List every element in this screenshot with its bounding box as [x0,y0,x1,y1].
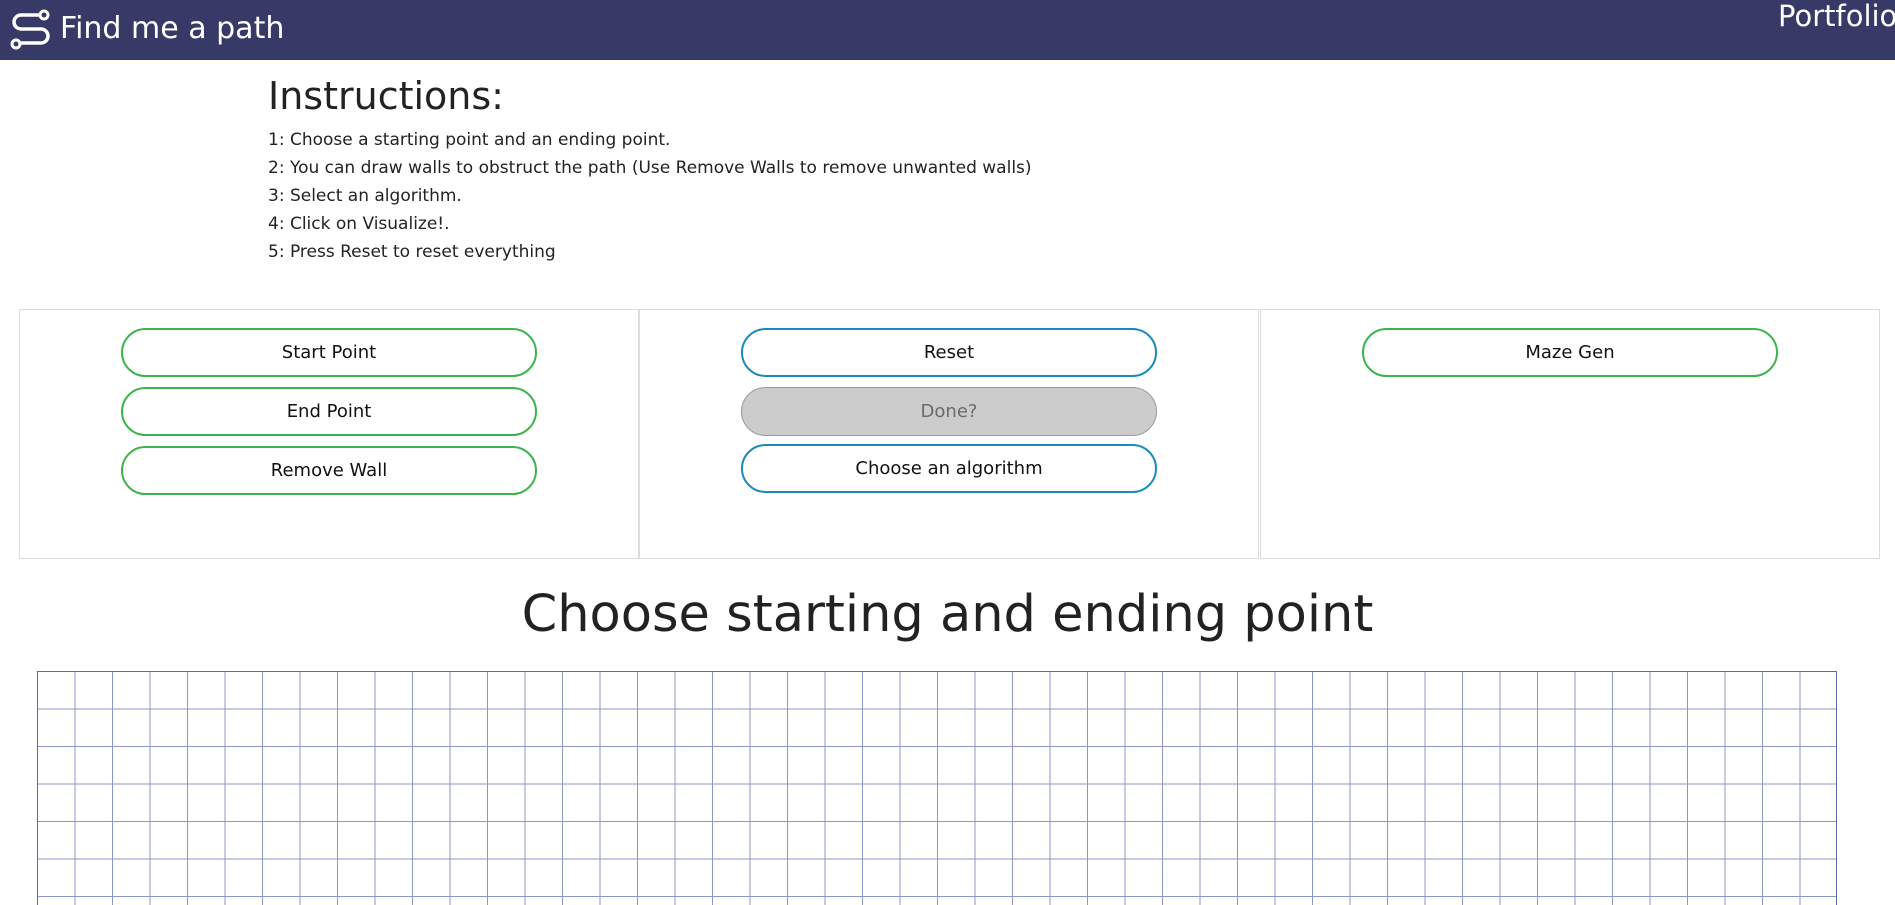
instruction-step: 1: Choose a starting point and an ending… [268,130,671,150]
done-button[interactable]: Done? [741,387,1157,436]
maze-panel: Maze Gen [1260,309,1880,559]
instructions-section: Instructions: 1: Choose a starting point… [268,72,1032,266]
brand-link[interactable]: Find me a path [10,8,284,50]
brand-title: Find me a path [60,11,285,46]
top-navbar: Find me a path Portfolio [0,0,1895,60]
portfolio-link[interactable]: Portfolio [1778,0,1895,32]
instruction-step: 5: Press Reset to reset everything [268,242,556,262]
end-point-button[interactable]: End Point [121,387,537,436]
start-point-button[interactable]: Start Point [121,328,537,377]
choose-algorithm-button[interactable]: Choose an algorithm [741,444,1157,493]
pathfinding-grid[interactable] [37,671,1837,905]
reset-button[interactable]: Reset [741,328,1157,377]
actions-panel: Reset Done? Choose an algorithm [639,309,1259,559]
instructions-title: Instructions: [268,74,504,118]
instruction-step: 3: Select an algorithm. [268,186,462,206]
remove-wall-button[interactable]: Remove Wall [121,446,537,495]
instruction-step: 4: Click on Visualize!. [268,214,450,234]
instruction-step: 2: You can draw walls to obstruct the pa… [268,158,1032,178]
instructions-list: 1: Choose a starting point and an ending… [268,126,1032,266]
points-panel: Start Point End Point Remove Wall [19,309,639,559]
route-icon [10,8,52,50]
status-heading: Choose starting and ending point [521,585,1374,644]
maze-gen-button[interactable]: Maze Gen [1362,328,1778,377]
